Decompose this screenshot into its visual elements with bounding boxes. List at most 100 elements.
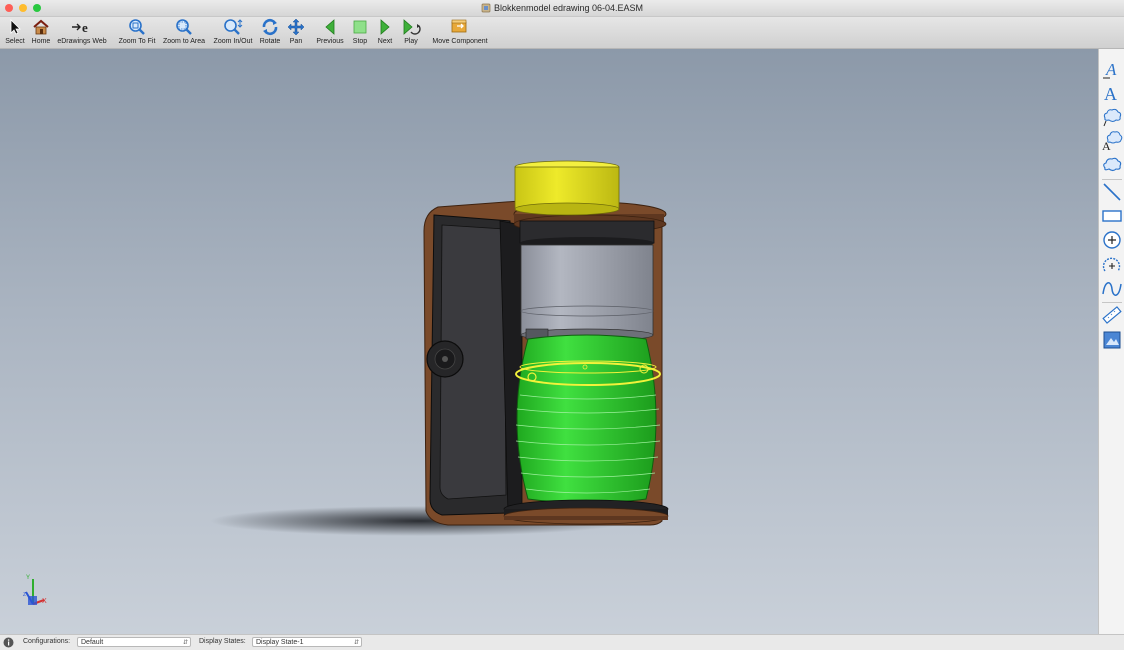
svg-text:A: A bbox=[1105, 60, 1117, 79]
toolbar-separator bbox=[1102, 179, 1122, 180]
text-bold-button[interactable]: A bbox=[1101, 82, 1123, 104]
home-label: Home bbox=[31, 38, 51, 45]
select-button[interactable]: Select bbox=[3, 17, 27, 48]
zoom-to-area-button[interactable]: Zoom to Area bbox=[161, 17, 207, 48]
text-bold-icon: A bbox=[1104, 84, 1117, 104]
graphics-viewport[interactable]: Y X Z bbox=[0, 49, 1098, 634]
stop-button[interactable]: Stop bbox=[349, 17, 371, 48]
cloud-button[interactable] bbox=[1101, 154, 1123, 176]
measure-icon bbox=[1102, 306, 1122, 324]
svg-text:A: A bbox=[1104, 84, 1117, 104]
line-button[interactable] bbox=[1101, 181, 1123, 203]
zoom-to-area-icon bbox=[176, 19, 192, 35]
markup-toolbar: A A A bbox=[1098, 49, 1124, 634]
assembly-3d-model[interactable]: Y X Z bbox=[0, 49, 1098, 634]
cloud-text-icon bbox=[1103, 108, 1122, 127]
rotate-label: Rotate bbox=[259, 38, 281, 45]
info-icon[interactable] bbox=[3, 637, 14, 648]
edrawings-web-icon: e bbox=[72, 20, 88, 35]
edrawings-web-button[interactable]: e eDrawings Web bbox=[55, 17, 109, 48]
pan-label: Pan bbox=[289, 38, 303, 45]
cloud-text-button[interactable] bbox=[1101, 106, 1123, 128]
display-states-label: Display States: bbox=[199, 638, 246, 645]
green-barrel[interactable] bbox=[516, 334, 657, 504]
next-label: Next bbox=[377, 38, 393, 45]
play-label: Play bbox=[404, 38, 418, 45]
configurations-label: Configurations: bbox=[23, 638, 71, 645]
text-icon: A bbox=[1103, 60, 1117, 79]
stop-icon bbox=[353, 20, 367, 34]
text-button[interactable]: A bbox=[1101, 58, 1123, 80]
line-icon bbox=[1103, 183, 1121, 201]
spline-icon bbox=[1102, 282, 1122, 296]
stop-label: Stop bbox=[352, 38, 368, 45]
display-states-select[interactable]: Display State-1 ⇵ bbox=[252, 637, 362, 647]
wood-base-edge bbox=[504, 516, 668, 520]
arc-button[interactable] bbox=[1101, 255, 1123, 277]
edrawings-web-label: eDrawings Web bbox=[57, 38, 107, 45]
circle-button[interactable] bbox=[1101, 229, 1123, 251]
svg-text:e: e bbox=[82, 20, 88, 35]
play-icon bbox=[403, 19, 421, 35]
zoom-to-fit-icon bbox=[129, 19, 145, 35]
display-states-value: Display State-1 bbox=[256, 639, 304, 646]
axis-y-label: Y bbox=[26, 575, 30, 581]
house-icon bbox=[33, 19, 49, 35]
zoom-window-button[interactable] bbox=[33, 4, 41, 12]
move-component-label: Move Component bbox=[432, 38, 488, 45]
arrow-cursor-icon bbox=[10, 19, 21, 35]
main-toolbar: Select Home e eDrawings Web Zoom To Fit … bbox=[0, 17, 1124, 49]
minimize-window-button[interactable] bbox=[19, 4, 27, 12]
cloud-leader-icon: A bbox=[1102, 131, 1123, 153]
move-component-button[interactable]: Move Component bbox=[429, 17, 491, 48]
configurations-select[interactable]: Default ⇵ bbox=[77, 637, 191, 647]
side-knob-screw bbox=[442, 356, 448, 362]
previous-button[interactable]: Previous bbox=[313, 17, 347, 48]
zoom-to-fit-label: Zoom To Fit bbox=[118, 38, 156, 45]
zoom-to-fit-button[interactable]: Zoom To Fit bbox=[116, 17, 158, 48]
zoom-in-out-icon bbox=[224, 19, 243, 35]
title-bar: Blokkenmodel edrawing 06-04.EASM bbox=[0, 0, 1124, 17]
axis-triad[interactable]: Y X Z bbox=[23, 575, 47, 605]
grey-cylinder bbox=[520, 244, 654, 336]
pan-button[interactable]: Pan bbox=[285, 17, 307, 48]
document-icon bbox=[481, 3, 491, 13]
previous-label: Previous bbox=[316, 38, 344, 45]
rotate-icon bbox=[262, 18, 278, 36]
cloud-icon bbox=[1103, 157, 1122, 172]
select-caret-icon: ⇵ bbox=[353, 640, 359, 646]
circle-icon bbox=[1103, 231, 1121, 249]
cloud-leader-button[interactable]: A bbox=[1101, 130, 1123, 153]
move-component-icon bbox=[451, 19, 467, 33]
zoom-in-out-button[interactable]: Zoom In/Out bbox=[210, 17, 256, 48]
measure-button[interactable] bbox=[1101, 304, 1123, 326]
zoom-in-out-label: Zoom In/Out bbox=[213, 38, 253, 45]
select-label: Select bbox=[5, 38, 25, 45]
rectangle-icon bbox=[1102, 210, 1122, 222]
previous-icon bbox=[325, 19, 335, 35]
play-button[interactable]: Play bbox=[399, 17, 423, 48]
window-title-text: Blokkenmodel edrawing 06-04.EASM bbox=[493, 3, 644, 13]
spline-button[interactable] bbox=[1101, 278, 1123, 300]
stamp-button[interactable] bbox=[1101, 329, 1123, 351]
axis-x-label: X bbox=[42, 598, 47, 605]
stamp-icon bbox=[1103, 331, 1121, 349]
rectangle-button[interactable] bbox=[1101, 205, 1123, 227]
axis-origin-box bbox=[28, 596, 37, 605]
status-bar: Configurations: Default ⇵ Display States… bbox=[0, 634, 1124, 650]
zoom-to-area-label: Zoom to Area bbox=[162, 38, 206, 45]
configurations-value: Default bbox=[81, 639, 104, 646]
select-caret-icon: ⇵ bbox=[182, 640, 188, 646]
next-button[interactable]: Next bbox=[374, 17, 396, 48]
next-icon bbox=[380, 19, 390, 35]
pan-icon bbox=[287, 18, 305, 36]
arc-icon bbox=[1102, 257, 1121, 272]
window-title: Blokkenmodel edrawing 06-04.EASM bbox=[481, 0, 643, 16]
toolbar-separator bbox=[1102, 302, 1122, 303]
home-button[interactable]: Home bbox=[29, 17, 53, 48]
yellow-cap-bottom bbox=[514, 202, 620, 216]
rotate-button[interactable]: Rotate bbox=[257, 17, 283, 48]
axis-z-label: Z bbox=[23, 592, 26, 598]
close-window-button[interactable] bbox=[5, 4, 13, 12]
svg-text:A: A bbox=[1102, 139, 1111, 152]
